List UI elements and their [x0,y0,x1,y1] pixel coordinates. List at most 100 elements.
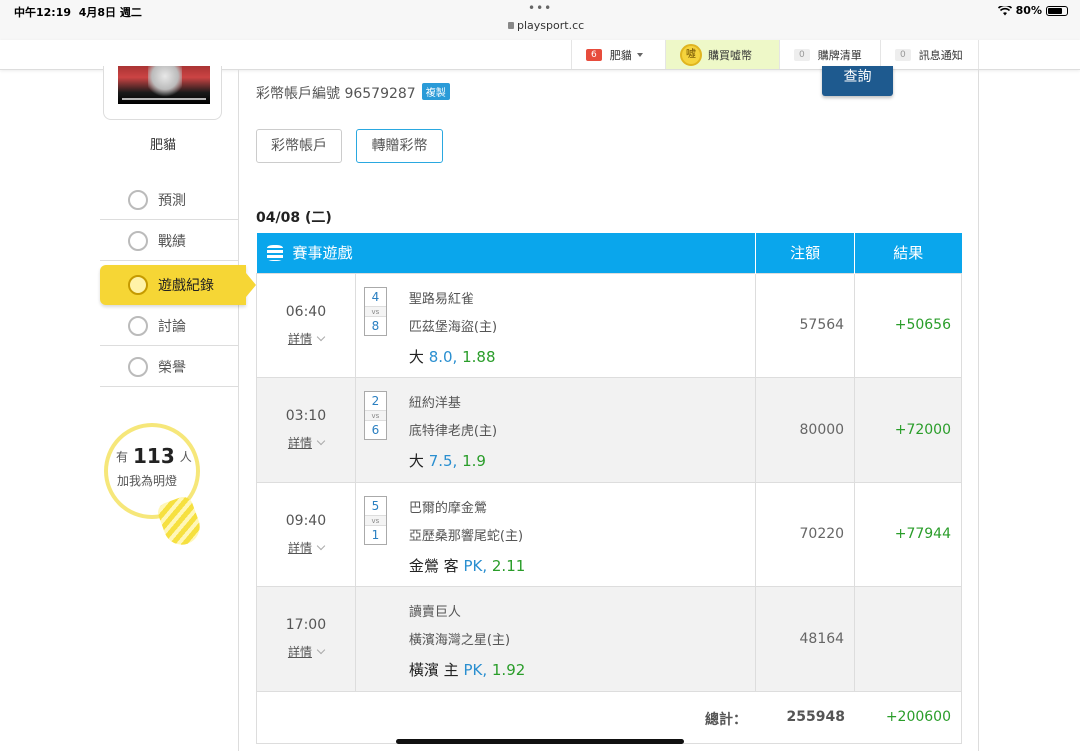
address-bar[interactable]: playsport.cc [508,19,584,32]
home-team: 匹茲堡海盜(主) [408,319,498,335]
game-record-table: 賽事遊戲 注額 結果 06:40 詳情 4 vs 8 聖路易紅雀 匹茲堡海盜(主) 大… [256,233,962,692]
browser-menu-dots[interactable]: ••• [528,1,552,15]
status-time: 中午12:19 4月8日 週二 [14,6,142,19]
chevron-down-icon[interactable] [316,332,326,341]
buy-coin-label: 購買噓幣 [708,48,752,62]
details-link[interactable]: 詳情 [288,643,312,660]
away-team: 紐約洋基 [408,396,461,411]
sidebar-item-predict[interactable]: 預測 [100,180,238,220]
score-box: 4 vs 8 [363,286,387,336]
sidebar-item-label: 戰績 [158,233,186,250]
header-stake: 注額 [755,233,856,273]
record-icon [128,230,148,251]
result-value: +72000 [854,377,962,483]
target-icon [128,189,148,210]
avatar-image [118,66,210,104]
tab-transfer-coin[interactable]: 轉贈彩幣 [356,129,443,163]
account-number: 彩幣帳戶編號 96579287 複製 [256,83,450,103]
sidebar-item-game-record[interactable]: 遊戲紀錄 [100,265,256,305]
home-team: 橫濱海灣之星(主) [408,633,511,648]
away-team: 聖路易紅雀 [408,291,474,307]
caret-down-icon [636,52,643,57]
score-box: 5 vs 1 [363,495,387,545]
user-menu[interactable]: 6 肥貓 [571,40,665,69]
circle-icon [128,275,148,295]
lamp-count: 有 113 人 [116,444,192,468]
bet-pick: 大 8.0, 1.88 [408,347,496,366]
sidebar-item-record[interactable]: 戰績 [100,221,238,261]
database-icon [266,245,283,262]
sidebar-divider [238,70,239,751]
battery-percent: 80% [1015,4,1042,17]
tab-coin-account[interactable]: 彩幣帳戶 [256,129,342,163]
game-time: 17:00 [285,617,327,634]
medal-icon [128,356,148,377]
lamp-label: 加我為明燈 [117,474,178,488]
battery-icon [1046,5,1068,16]
header-game: 賽事遊戲 [256,233,757,273]
sidebar-item-honor[interactable]: 榮譽 [100,347,238,387]
home-team: 亞歷桑那響尾蛇(主) [408,528,524,544]
bet-pick: 大 7.5, 1.9 [408,452,486,470]
chevron-down-icon[interactable] [316,437,326,446]
total-stake: 255948 [786,709,845,725]
lock-icon [508,22,514,29]
buy-coin-button[interactable]: 噓 購買噓幣 [665,40,779,69]
table-row: 06:40 詳情 4 vs 8 聖路易紅雀 匹茲堡海盜(主) 大 8.0, 1.88 … [256,272,962,378]
browser-status-bar: 中午12:19 4月8日 週二 ••• playsport.cc 80% [0,0,1080,40]
cart-badge: 0 [794,48,810,61]
sidebar-item-discussion[interactable]: 討論 [100,306,238,346]
table-row: 03:10 詳情 2 vs 6 紐約洋基 底特律老虎(主) 大 7.5, 1.9 80… [256,377,962,483]
cart-label: 購牌清單 [817,48,862,62]
chevron-down-icon[interactable] [316,646,326,655]
copy-button[interactable]: 複製 [421,83,450,100]
chevron-down-icon[interactable] [316,541,326,550]
status-indicators: 80% [997,4,1068,17]
header-result: 結果 [854,233,962,273]
details-link[interactable]: 詳情 [288,434,312,451]
table-row: 09:40 詳情 5 vs 1 巴爾的摩金鶯 亞歷桑那響尾蛇(主) 金鶯 客 PK, … [256,481,962,587]
away-team: 巴爾的摩金鶯 [408,500,487,516]
total-result: +200600 [885,709,951,725]
bet-pick: 金鶯 客 PK, 2.11 [408,556,526,575]
username[interactable]: 肥貓 [130,134,196,153]
query-button[interactable]: 查詢 [822,66,893,96]
notifications-button[interactable]: 0 訊息通知 [880,40,979,69]
sidebar-item-label: 討論 [158,318,186,335]
sidebar-item-label: 榮譽 [158,359,186,376]
lightbulb-icon [155,494,205,550]
stake-value: 70220 [755,481,856,587]
result-value: +77944 [854,481,962,587]
details-link[interactable]: 詳情 [288,539,312,556]
game-time: 09:40 [285,512,327,529]
stake-value: 57564 [755,272,856,378]
user-badge: 6 [586,48,602,61]
avatar[interactable] [103,66,222,120]
stake-value: 80000 [755,377,856,483]
home-indicator[interactable] [396,739,684,744]
result-value: +50656 [854,272,962,378]
score-box: 2 vs 6 [363,391,387,440]
cart-list-button[interactable]: 0 購牌清單 [779,40,880,69]
record-date: 04/08 (二) [256,210,332,226]
total-label: 總計： [705,712,747,728]
coin-icon: 噓 [680,43,702,66]
stake-value: 48164 [755,586,856,692]
total-row: 總計： 255948 +200600 [256,692,962,744]
main-content: 查詢 彩幣帳戶編號 96579287 複製 彩幣帳戶 轉贈彩幣 04/08 (二)… [256,66,962,751]
bet-pick: 橫濱 主 PK, 1.92 [408,661,526,679]
game-time: 06:40 [285,303,327,320]
active-tab-arrow [246,273,256,297]
sidebar: 肥貓 預測 戰績 遊戲紀錄 討論 榮譽 有 113 人 加我為明燈 [0,66,256,751]
content-divider [978,70,979,751]
sidebar-item-label: 遊戲紀錄 [158,278,214,294]
wifi-icon [997,5,1012,15]
details-link[interactable]: 詳情 [288,330,312,347]
away-team: 讀賣巨人 [408,605,461,620]
discussion-icon [128,315,148,336]
game-time: 03:10 [285,408,327,425]
user-menu-label: 肥貓 [609,48,632,62]
result-value [854,586,962,692]
home-team: 底特律老虎(主) [408,424,498,439]
sidebar-item-label: 預測 [158,192,186,209]
